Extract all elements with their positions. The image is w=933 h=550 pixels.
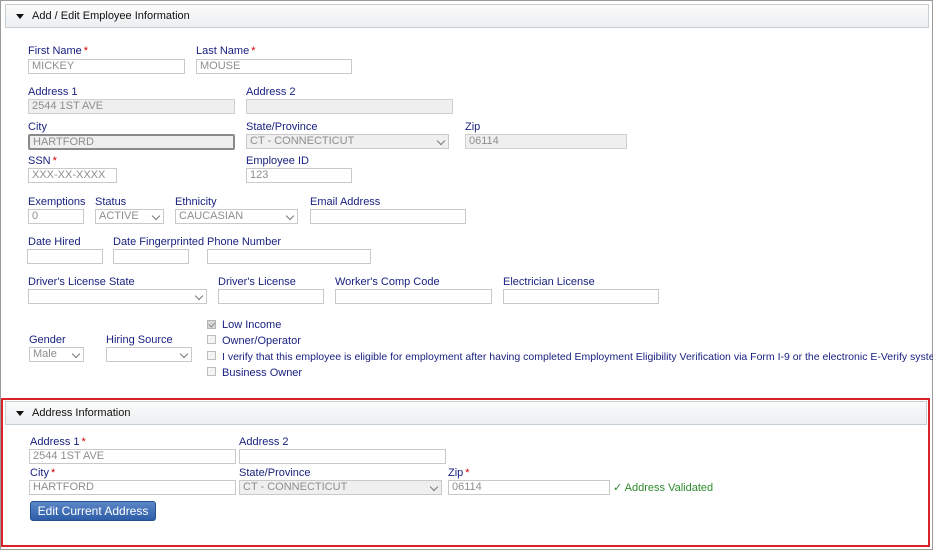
email-input[interactable] — [310, 209, 466, 224]
employee-id-label: Employee ID — [246, 155, 309, 167]
chevron-down-icon — [436, 136, 446, 146]
status-select[interactable]: ACTIVE — [95, 209, 164, 224]
dl-input[interactable] — [218, 289, 324, 304]
address1-input[interactable]: 2544 1ST AVE — [28, 99, 235, 114]
address2-input[interactable] — [246, 99, 453, 114]
collapse-caret-icon[interactable] — [16, 410, 24, 416]
required-mark: * — [251, 45, 256, 57]
ethnicity-label: Ethnicity — [175, 196, 217, 208]
addr-state-select[interactable]: CT - CONNECTICUT — [239, 480, 442, 495]
employee-id-input[interactable]: 123 — [246, 168, 352, 183]
date-hired-input[interactable] — [27, 249, 103, 264]
date-hired-label: Date Hired — [28, 236, 81, 248]
last-name-label-text: Last Name — [196, 45, 250, 57]
address2-label: Address 2 — [246, 86, 296, 98]
hiring-source-label: Hiring Source — [106, 334, 173, 346]
date-fingerprinted-label: Date Fingerprinted — [113, 236, 205, 248]
exemptions-label: Exemptions — [28, 196, 86, 208]
dl-state-label: Driver's License State — [28, 276, 135, 288]
address-panel-header[interactable]: Address Information — [5, 401, 927, 425]
business-owner-checkbox[interactable] — [207, 367, 216, 376]
gender-label: Gender — [29, 334, 66, 346]
addr-address2-input[interactable] — [239, 449, 446, 464]
e-verify-checkbox[interactable] — [207, 351, 216, 360]
address-validated-status: ✓ Address Validated — [613, 481, 713, 494]
chevron-down-icon — [429, 482, 439, 492]
zip-label: Zip — [465, 121, 481, 133]
addr-state-select-value: CT - CONNECTICUT — [243, 481, 348, 493]
status-label: Status — [95, 196, 127, 208]
city-input[interactable]: HARTFORD — [28, 134, 235, 150]
date-fingerprinted-input[interactable] — [113, 249, 189, 264]
owner-operator-checkbox[interactable] — [207, 335, 216, 344]
workers-comp-label: Worker's Comp Code — [335, 276, 440, 288]
ethnicity-select[interactable]: CAUCASIAN — [175, 209, 298, 224]
low-income-checkbox[interactable] — [207, 320, 216, 329]
first-name-label: First Name * — [28, 45, 88, 57]
chevron-down-icon — [285, 211, 295, 221]
hiring-source-select[interactable] — [106, 347, 192, 362]
addr-city-input[interactable]: HARTFORD — [29, 480, 236, 495]
addr-address1-input[interactable]: 2544 1ST AVE — [29, 449, 236, 464]
ssn-label-text: SSN — [28, 155, 51, 167]
required-mark: * — [83, 45, 89, 57]
required-mark: * — [50, 467, 56, 479]
electrician-input[interactable] — [503, 289, 659, 304]
collapse-caret-icon[interactable] — [16, 13, 24, 19]
email-label: Email Address — [310, 196, 381, 208]
exemptions-input[interactable]: 0 — [28, 209, 84, 224]
phone-input[interactable] — [207, 249, 371, 264]
state-select[interactable]: CT - CONNECTICUT — [246, 134, 449, 149]
last-name-label: Last Name * — [196, 45, 255, 57]
owner-operator-label: Owner/Operator — [222, 335, 301, 347]
addr-zip-label: Zip * — [448, 467, 470, 479]
business-owner-label: Business Owner — [222, 367, 303, 379]
gender-select[interactable]: Male — [29, 347, 84, 362]
state-select-value: CT - CONNECTICUT — [250, 135, 355, 147]
ssn-input[interactable]: XXX-XX-XXXX — [28, 168, 117, 183]
first-name-label-text: First Name — [28, 45, 82, 57]
workers-comp-input[interactable] — [335, 289, 492, 304]
chevron-down-icon — [194, 291, 204, 301]
address-panel-title: Address Information — [32, 407, 131, 419]
edit-current-address-button[interactable]: Edit Current Address — [30, 501, 156, 521]
low-income-label: Low Income — [222, 319, 282, 331]
addr-state-label: State/Province — [239, 467, 311, 479]
first-name-input[interactable]: MICKEY — [28, 59, 185, 74]
required-mark: * — [81, 436, 86, 448]
zip-input[interactable]: 06114 — [465, 134, 627, 149]
last-name-input[interactable]: MOUSE — [196, 59, 352, 74]
addr-address1-label: Address 1 * — [30, 436, 86, 448]
chevron-down-icon — [179, 349, 189, 359]
city-label: City — [28, 121, 47, 133]
addr-zip-label-text: Zip — [448, 467, 464, 479]
address1-label: Address 1 — [28, 86, 78, 98]
gender-select-value: Male — [33, 348, 57, 360]
employee-panel-title: Add / Edit Employee Information — [32, 10, 190, 22]
addr-city-label-text: City — [30, 467, 49, 479]
chevron-down-icon — [151, 211, 161, 221]
address-validated-text: Address Validated — [624, 482, 714, 494]
dl-label: Driver's License — [218, 276, 296, 288]
employee-panel-header[interactable]: Add / Edit Employee Information — [5, 4, 929, 28]
ssn-label: SSN * — [28, 155, 57, 167]
addr-zip-input[interactable]: 06114 — [448, 480, 610, 495]
required-mark: * — [52, 155, 57, 167]
addr-address1-label-text: Address 1 — [30, 436, 80, 448]
checkmark-icon: ✓ — [613, 482, 623, 494]
required-mark: * — [465, 467, 470, 479]
e-verify-label: I verify that this employee is eligible … — [222, 351, 933, 363]
phone-label: Phone Number — [207, 236, 281, 248]
addr-city-label: City * — [30, 467, 55, 479]
ethnicity-select-value: CAUCASIAN — [179, 210, 244, 222]
chevron-down-icon — [71, 349, 81, 359]
status-select-value: ACTIVE — [99, 210, 139, 222]
addr-address2-label: Address 2 — [239, 436, 289, 448]
dl-state-select[interactable] — [28, 289, 207, 304]
state-label: State/Province — [246, 121, 318, 133]
electrician-label: Electrician License — [503, 276, 595, 288]
